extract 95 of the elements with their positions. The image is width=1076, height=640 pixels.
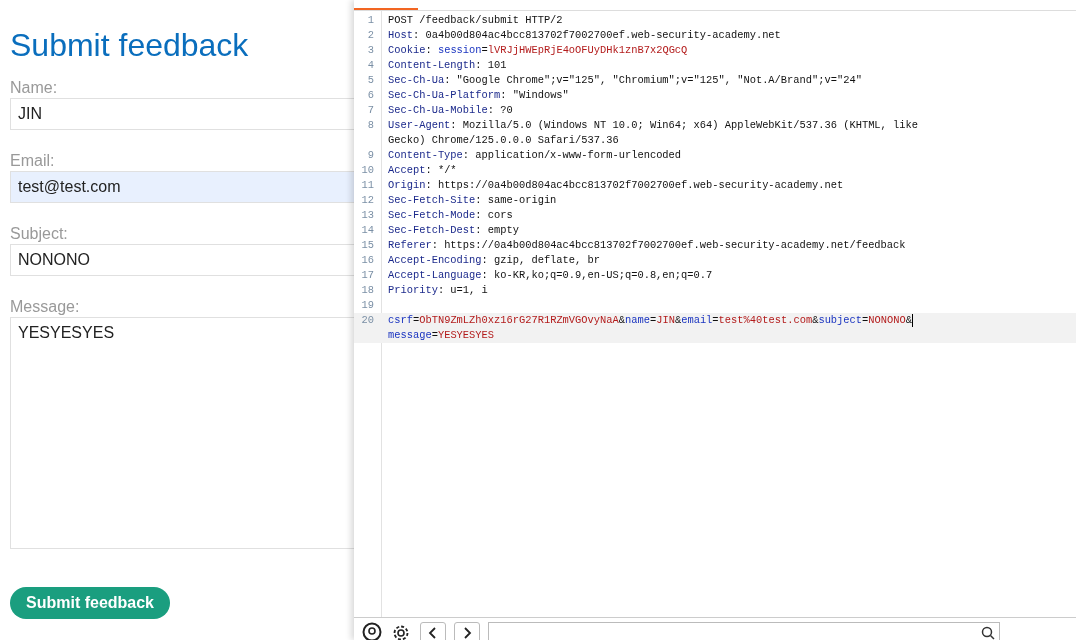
code-text: : gzip, deflate, br <box>481 253 600 268</box>
line-number: 8 <box>366 118 375 133</box>
field-label: Message: <box>10 297 81 317</box>
param-value: JIN <box>656 313 675 328</box>
code-text: : "Windows" <box>500 88 569 103</box>
param-value: NONONO <box>868 313 906 328</box>
line-number: 13 <box>360 208 375 223</box>
param-name: name <box>625 313 650 328</box>
header-name: Origin <box>388 178 426 193</box>
param-value: test%40test.com <box>718 313 813 328</box>
param-name: session <box>437 43 482 58</box>
field-label: Email: <box>10 151 56 171</box>
line-number: 16 <box>360 253 375 268</box>
param-value: ObTN9ZmLZh0xz16rG27R1RZmVGOvyNaA <box>419 313 619 328</box>
code-text: & <box>905 313 912 328</box>
header-name: Sec-Ch-Ua <box>388 73 445 88</box>
search-icon <box>981 626 995 640</box>
input-field[interactable]: JIN <box>10 98 354 130</box>
forward-button[interactable] <box>454 622 480 640</box>
code-text: : same-origin <box>475 193 557 208</box>
line-number: 7 <box>366 103 375 118</box>
line-number: 18 <box>360 283 375 298</box>
tab-indicator <box>354 8 418 10</box>
code-text: = <box>412 313 420 328</box>
code-text: = <box>649 313 657 328</box>
header-name: Sec-Fetch-Dest <box>388 223 476 238</box>
line-number: 3 <box>366 43 375 58</box>
header-name: User-Agent <box>388 118 451 133</box>
code-text: = <box>431 328 438 343</box>
param-name: subject <box>818 313 863 328</box>
left-chevron-icon <box>428 627 438 639</box>
header-name: Referer <box>388 238 432 253</box>
code-text: : application/x-www-form-urlencoded <box>462 148 682 163</box>
code-text: & <box>618 313 625 328</box>
input-field[interactable]: test@test.com <box>10 171 354 203</box>
header-name: Priority <box>388 283 438 298</box>
page-title: Submit feedback <box>10 26 250 65</box>
param-value: YESYESYES <box>437 328 495 343</box>
line-number: 9 <box>366 148 375 163</box>
header-name: Accept-Language <box>388 268 482 283</box>
header-name: Sec-Ch-Ua-Mobile <box>388 103 488 118</box>
header-name: Host <box>388 28 413 43</box>
line-number: 5 <box>366 73 375 88</box>
header-name: Accept-Encoding <box>388 253 482 268</box>
line-number: 1 <box>366 13 375 28</box>
code-text: & <box>812 313 819 328</box>
code-text: : https://0a4b00d804ac4bcc813702f7002700ef.web-security-academy.net <box>425 178 844 193</box>
line-number: 10 <box>360 163 375 178</box>
code-text: : u=1, i <box>437 283 488 298</box>
param-value: lVRJjHWEpRjE4oOFUyDHk1znB7x2QGcQ <box>487 43 688 58</box>
code-text: & <box>674 313 682 328</box>
code-text: = <box>862 313 869 328</box>
code-text: : <box>425 43 433 58</box>
search-field[interactable] <box>488 622 1000 640</box>
code-text: POST /feedback/submit HTTP/2 <box>388 13 563 28</box>
line-number: 6 <box>366 88 375 103</box>
param-name: email <box>681 313 713 328</box>
field-label: Subject: <box>10 224 69 244</box>
line-number: 20 <box>360 313 375 328</box>
code-text: : ko-KR,ko;q=0.9,en-US;q=0.8,en;q=0.7 <box>481 268 713 283</box>
line-number: 15 <box>360 238 375 253</box>
param-name: message <box>388 328 432 343</box>
code-text: Gecko) Chrome/125.0.0.0 Safari/537.36 <box>388 133 619 148</box>
field-label: Name: <box>10 78 59 98</box>
help-icon[interactable] <box>362 622 382 640</box>
header-name: Sec-Fetch-Mode <box>388 208 476 223</box>
code-text: : "Google Chrome";v="125", "Chromium";v="125", "Not.A/Brand";v="24" <box>444 73 862 88</box>
right-chevron-icon <box>462 627 472 639</box>
code-text: : Mozilla/5.0 (Windows NT 10.0; Win64; x64) AppleWebKit/537.36 (KHTML, like <box>450 118 918 133</box>
header-name: Content-Type <box>388 148 463 163</box>
header-name: Sec-Fetch-Site <box>388 193 476 208</box>
code-text: = <box>712 313 719 328</box>
line-number: 14 <box>360 223 375 238</box>
text-cursor <box>911 314 913 327</box>
line-number: 4 <box>366 58 375 73</box>
code-text: : 101 <box>475 58 507 73</box>
code-text: : empty <box>475 223 519 238</box>
header-name: Accept <box>388 163 426 178</box>
code-text: = <box>481 43 488 58</box>
param-name: csrf <box>388 313 413 328</box>
code-text: : */* <box>425 163 457 178</box>
code-text: : https://0a4b00d804ac4bcc813702f7002700ef.web-security-academy.net/feedback <box>431 238 906 253</box>
line-number: 2 <box>366 28 375 43</box>
input-field[interactable]: NONONO <box>10 244 354 276</box>
code-text: : ?0 <box>487 103 513 118</box>
line-number: 12 <box>360 193 375 208</box>
line-number: 11 <box>360 178 375 193</box>
header-name: Content-Length <box>388 58 476 73</box>
header-name: Sec-Ch-Ua-Platform <box>388 88 501 103</box>
code-text: : cors <box>475 208 513 223</box>
line-number: 17 <box>360 268 375 283</box>
back-button[interactable] <box>420 622 446 640</box>
header-name: Cookie <box>388 43 426 58</box>
code-text: : 0a4b00d804ac4bcc813702f7002700ef.web-security-academy.net <box>412 28 781 43</box>
line-number: 19 <box>360 298 375 313</box>
